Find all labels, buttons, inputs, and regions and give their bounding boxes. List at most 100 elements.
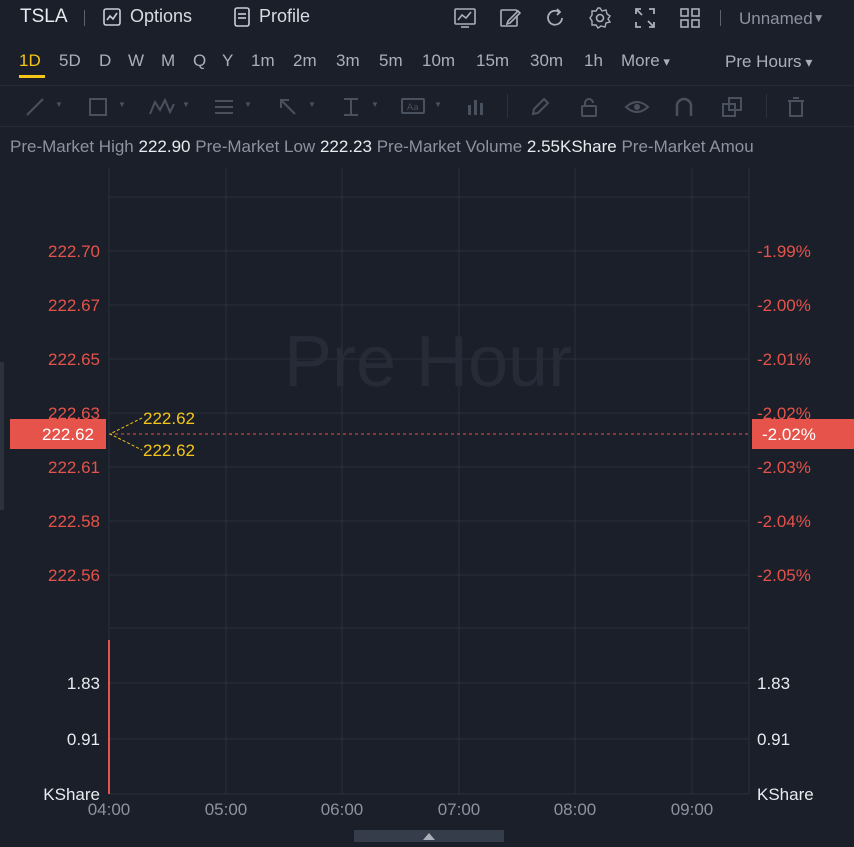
volume-axis-label: 1.83 [67, 674, 100, 693]
bars-icon[interactable] [465, 96, 487, 118]
time-axis-label: 09:00 [671, 800, 714, 819]
divider [507, 94, 508, 118]
divider [766, 94, 767, 118]
high-label: Pre-Market High [10, 137, 134, 156]
session-label: Pre Hours [725, 52, 802, 71]
tab-w[interactable]: W [128, 51, 144, 71]
pattern-icon[interactable] [148, 96, 176, 118]
tab-5d[interactable]: 5D [59, 51, 81, 71]
chart-settings-icon[interactable] [453, 6, 477, 30]
tab-30m[interactable]: 30m [530, 51, 563, 71]
fullscreen-icon[interactable] [633, 6, 657, 30]
options-button[interactable]: Options [102, 6, 192, 27]
tab-1h[interactable]: 1h [584, 51, 603, 71]
price-axis-label: 222.58 [48, 512, 100, 531]
profile-label: Profile [259, 6, 311, 26]
amount-label: Pre-Market Amou [621, 137, 754, 156]
session-dropdown[interactable]: Pre Hours ▾ [725, 52, 812, 72]
time-axis-label: 06:00 [321, 800, 364, 819]
percent-axis-label: -2.00% [757, 296, 811, 315]
percent-axis-label: -2.01% [757, 350, 811, 369]
period-tabs: 1D 5D D W M Q Y 1m 2m 3m 5m 10m 15m 30m 1h More ▾ Pre Ho… [0, 44, 854, 78]
current-percent-label: -2.02% [762, 425, 816, 444]
tab-5m[interactable]: 5m [379, 51, 403, 71]
tab-d[interactable]: D [99, 51, 111, 71]
low-annotation: 222.62 [143, 441, 195, 460]
volume-axis-label: 1.83 [757, 674, 790, 693]
caret-down-icon: ▼ [371, 100, 379, 109]
tab-15m[interactable]: 15m [476, 51, 509, 71]
percent-axis-label: -2.03% [757, 458, 811, 477]
volume-unit-label: KShare [757, 785, 814, 804]
tab-3m[interactable]: 3m [336, 51, 360, 71]
text-icon[interactable]: Aa [400, 96, 426, 118]
annotation-leader [108, 417, 143, 451]
pencil-icon[interactable] [529, 96, 551, 118]
caret-down-icon: ▼ [308, 100, 316, 109]
volume-axis-label: 0.91 [757, 730, 790, 749]
layout-name: Unnamed [739, 9, 813, 28]
volume-label: Pre-Market Volume [376, 137, 523, 156]
price-axis-label: 222.67 [48, 296, 100, 315]
percent-axis-label: -2.05% [757, 566, 811, 585]
trend-line-icon[interactable] [24, 96, 46, 118]
arrow-icon[interactable] [277, 96, 299, 118]
price-chart[interactable]: Pre Hour222.70222.67222.65222.63222.6122… [0, 168, 854, 847]
caret-down-icon: ▾ [659, 54, 670, 69]
caret-down-icon: ▼ [182, 100, 190, 109]
fib-icon[interactable] [213, 96, 235, 118]
tab-1m[interactable]: 1m [251, 51, 275, 71]
premarket-stats: Pre-Market High 222.90 Pre-Market Low 22… [10, 137, 854, 157]
divider [84, 10, 85, 26]
eye-icon[interactable] [624, 96, 650, 118]
low-value: 222.23 [319, 137, 372, 156]
tab-2m[interactable]: 2m [293, 51, 317, 71]
caret-down-icon: ▼ [434, 100, 442, 109]
document-icon [234, 6, 250, 27]
svg-text:Aa: Aa [407, 103, 419, 113]
tab-q[interactable]: Q [193, 51, 206, 71]
high-value: 222.90 [138, 137, 191, 156]
lock-icon[interactable] [578, 96, 600, 118]
time-axis-label: 04:00 [88, 800, 131, 819]
tab-y[interactable]: Y [222, 51, 233, 71]
copy-icon[interactable] [721, 96, 743, 118]
tab-1d[interactable]: 1D [19, 51, 41, 71]
caret-down-icon: ▾ [801, 54, 813, 70]
price-axis-label: 222.61 [48, 458, 100, 477]
measure-icon[interactable] [340, 96, 362, 118]
time-axis-label: 05:00 [205, 800, 248, 819]
volume-axis-label: 0.91 [67, 730, 100, 749]
percent-axis-label: -2.04% [757, 512, 811, 531]
gear-icon[interactable] [588, 6, 612, 30]
price-axis-label: 222.65 [48, 350, 100, 369]
caret-down-icon: ▼ [118, 100, 126, 109]
rectangle-icon[interactable] [87, 96, 109, 118]
expand-panel-handle[interactable] [354, 830, 504, 842]
tab-10m[interactable]: 10m [422, 51, 455, 71]
trash-icon[interactable] [785, 96, 807, 118]
refresh-icon[interactable] [543, 6, 567, 30]
divider [720, 10, 721, 26]
tab-more[interactable]: More ▾ [621, 51, 670, 71]
high-annotation: 222.62 [143, 409, 195, 428]
options-label: Options [130, 6, 193, 26]
ticker-symbol[interactable]: TSLA [20, 6, 68, 28]
price-axis-label: 222.70 [48, 242, 100, 261]
time-axis-label: 07:00 [438, 800, 481, 819]
profile-button[interactable]: Profile [233, 6, 310, 27]
caret-up-icon [423, 833, 435, 840]
edit-icon[interactable] [498, 6, 522, 30]
caret-down-icon: ▼ [55, 100, 63, 109]
options-icon [103, 7, 121, 26]
watermark: Pre Hour [284, 322, 572, 402]
layout-dropdown[interactable]: Unnamed▼ [739, 9, 825, 29]
magnet-icon[interactable] [673, 96, 695, 118]
tab-m[interactable]: M [161, 51, 175, 71]
price-axis-label: 222.56 [48, 566, 100, 585]
grid-layout-icon[interactable] [678, 6, 702, 30]
low-label: Pre-Market Low [195, 137, 316, 156]
drawing-toolbar: ▼ ▼ ▼ ▼ ▼ ▼ Aa ▼ [0, 85, 854, 127]
volume-value: 2.55KShare [526, 137, 617, 156]
caret-down-icon: ▼ [244, 100, 252, 109]
